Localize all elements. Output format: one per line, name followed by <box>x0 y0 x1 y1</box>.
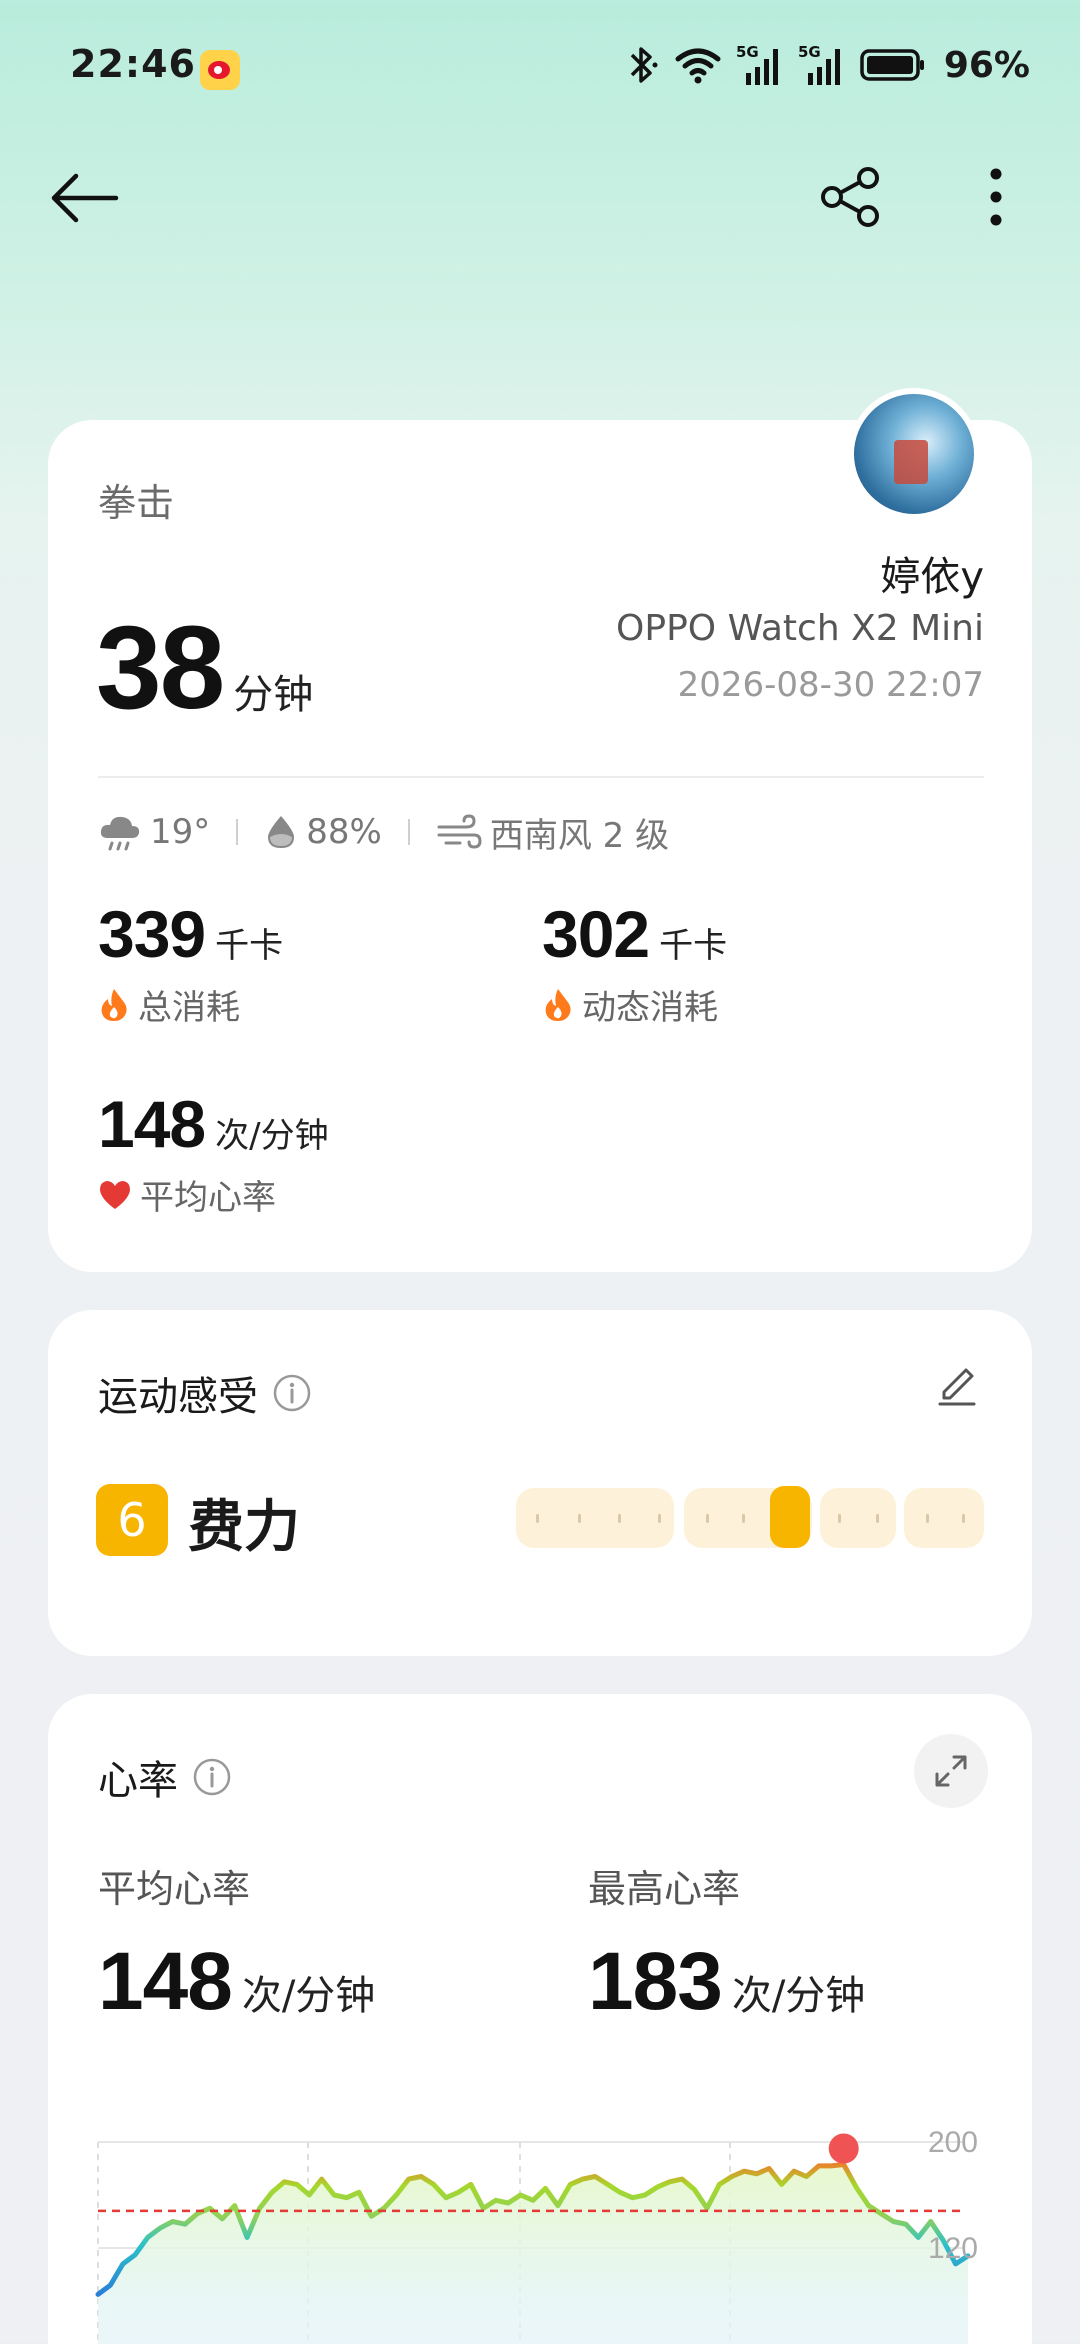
signal-5g-icon: 5G <box>736 43 778 85</box>
scale-segment <box>820 1488 896 1548</box>
wind: 西南风 2 级 <box>489 815 670 856</box>
flame-icon <box>101 988 127 1021</box>
max-heart-rate-block: 最高心率 183 次/分钟 <box>588 1858 865 2029</box>
duration-value: 38 <box>96 602 225 734</box>
avatar[interactable] <box>848 388 980 520</box>
duration: 38 分钟 <box>96 600 313 736</box>
edit-button[interactable] <box>932 1358 982 1408</box>
weather-row: 19° 88% 西南风 2 级 <box>98 804 669 860</box>
share-icon <box>821 167 879 227</box>
status-bar: 22:46 5G 5G 96% <box>0 0 1080 140</box>
flame-icon <box>545 988 571 1021</box>
svg-text:5G: 5G <box>798 43 821 61</box>
divider <box>98 776 984 778</box>
humidity-drop-icon <box>268 816 295 848</box>
heart-icon <box>100 1180 130 1209</box>
back-button[interactable] <box>46 168 122 228</box>
info-icon[interactable] <box>192 1757 232 1797</box>
system-icons: 5G 5G 96% <box>624 40 1030 90</box>
avg-heart-rate-unit: 次/分钟 <box>215 1116 329 1156</box>
expand-button[interactable] <box>914 1734 988 1808</box>
y-tick-label: 200 <box>928 2126 978 2159</box>
y-tick-label: 120 <box>928 2232 978 2265</box>
feeling-title: 运动感受 <box>98 1374 258 1420</box>
info-icon[interactable] <box>272 1373 312 1413</box>
expand-icon <box>935 1755 967 1787</box>
max-heart-rate-point <box>828 2133 859 2164</box>
weibo-icon <box>200 50 240 90</box>
duration-unit: 分钟 <box>233 672 314 718</box>
status-time: 22:46 <box>70 42 196 86</box>
svg-text:5G: 5G <box>736 43 759 61</box>
effort-level-label: 费力 <box>188 1495 300 1560</box>
signal-5g-icon: 5G <box>798 43 840 85</box>
battery-icon <box>860 49 924 81</box>
wifi-icon <box>675 48 721 84</box>
more-vertical-icon <box>990 168 1002 226</box>
avg-hr-label: 平均心率 <box>98 1867 251 1911</box>
heart-rate-card: 心率 平均心率 148 次/分钟 最高心率 183 次/分钟 200 120 <box>48 1694 1032 2344</box>
scale-tick <box>742 1514 745 1523</box>
back-arrow-icon <box>51 173 119 223</box>
active-calories-value: 302 <box>542 897 650 971</box>
heart-rate-area <box>98 2164 968 2344</box>
max-hr-value: 183 <box>588 1936 723 2027</box>
weather-separator <box>407 819 410 845</box>
effort-scale[interactable] <box>516 1486 984 1548</box>
scale-tick <box>658 1514 661 1523</box>
scale-tick <box>706 1514 709 1523</box>
exercise-feeling-card: 运动感受 6 费力 <box>48 1310 1032 1656</box>
effort-scale-knob[interactable] <box>770 1486 810 1548</box>
avg-heart-rate: 148 次/分钟 平均心率 <box>98 1086 329 1219</box>
total-calories-label: 总消耗 <box>138 988 240 1028</box>
scale-tick <box>578 1514 581 1523</box>
scale-tick <box>536 1514 539 1523</box>
avg-hr-value: 148 <box>98 1936 233 2027</box>
scale-segment <box>904 1488 984 1548</box>
workout-datetime: 2026-08-30 22:07 <box>677 665 984 705</box>
weather-separator <box>236 819 239 845</box>
heart-rate-title: 心率 <box>98 1758 178 1804</box>
device-name: OPPO Watch X2 Mini <box>616 608 984 649</box>
scale-tick <box>876 1514 879 1523</box>
avg-heart-rate-value: 148 <box>98 1087 206 1161</box>
scale-tick <box>926 1514 929 1523</box>
humidity: 88% <box>306 812 382 852</box>
heart-rate-chart[interactable]: 200 120 <box>48 2094 1032 2344</box>
edit-icon <box>938 1368 976 1406</box>
avg-heart-rate-block: 平均心率 148 次/分钟 <box>98 1858 375 2029</box>
wind-icon <box>437 814 482 849</box>
battery-percent: 96% <box>943 44 1030 86</box>
cloud-rain-icon <box>100 816 140 851</box>
total-calories-value: 339 <box>98 897 206 971</box>
workout-summary-card: 拳击 38 分钟 婷依y OPPO Watch X2 Mini 2026-08-… <box>48 388 1032 1272</box>
share-button[interactable] <box>818 164 884 230</box>
avg-heart-rate-label: 平均心率 <box>140 1178 276 1218</box>
sport-name: 拳击 <box>98 481 175 525</box>
max-hr-unit: 次/分钟 <box>731 1973 866 2019</box>
user-name: 婷依y <box>880 554 984 600</box>
active-calories: 302 千卡 动态消耗 <box>542 896 727 1029</box>
scale-tick <box>838 1514 841 1523</box>
scale-segment <box>516 1488 674 1548</box>
avg-hr-unit: 次/分钟 <box>241 1973 376 2019</box>
temperature: 19° <box>150 812 211 852</box>
max-hr-label: 最高心率 <box>588 1867 741 1911</box>
effort-level-badge: 6 <box>96 1484 168 1556</box>
active-calories-unit: 千卡 <box>659 926 728 966</box>
scale-tick <box>962 1514 965 1523</box>
bluetooth-icon <box>630 47 658 83</box>
scale-tick <box>618 1514 621 1523</box>
active-calories-label: 动态消耗 <box>582 988 718 1028</box>
total-calories-unit: 千卡 <box>215 926 284 966</box>
more-button[interactable] <box>976 164 1016 230</box>
total-calories: 339 千卡 总消耗 <box>98 896 283 1029</box>
